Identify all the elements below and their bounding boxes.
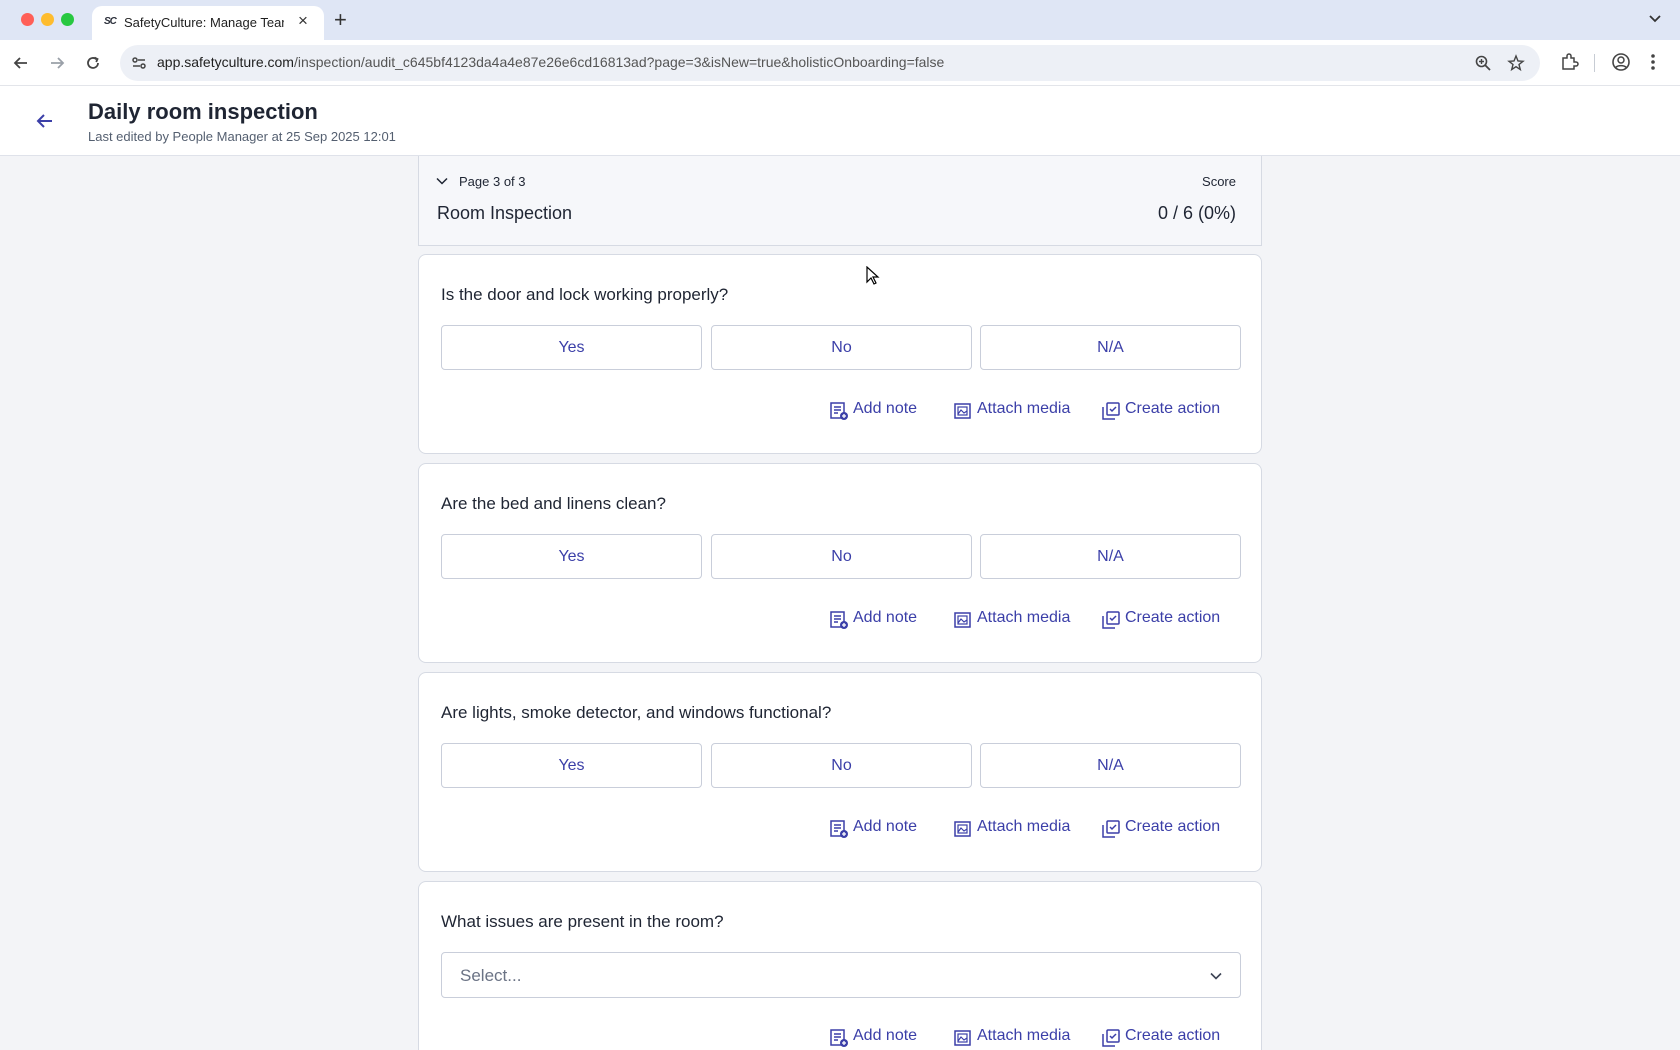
tab-close-icon[interactable]: × bbox=[298, 11, 308, 31]
score-label: Score bbox=[1202, 174, 1236, 189]
maximize-window-button[interactable] bbox=[61, 13, 74, 26]
browser-toolbar: app.safetyculture.com/inspection/audit_c… bbox=[0, 40, 1680, 86]
tab-search-icon[interactable] bbox=[1647, 10, 1663, 31]
no-button[interactable]: No bbox=[711, 534, 972, 579]
image-icon bbox=[954, 1030, 971, 1046]
note-icon bbox=[830, 1029, 848, 1047]
star-icon[interactable] bbox=[1507, 54, 1525, 77]
action-icon bbox=[1102, 402, 1120, 420]
question-text: What issues are present in the room? bbox=[441, 912, 724, 931]
action-icon bbox=[1102, 611, 1120, 629]
question-card: Are the bed and linens clean? Yes No N/A… bbox=[418, 463, 1262, 663]
na-button[interactable]: N/A bbox=[980, 325, 1241, 370]
note-icon bbox=[830, 820, 848, 838]
yes-button[interactable]: Yes bbox=[441, 743, 702, 788]
image-icon bbox=[954, 821, 971, 837]
chevron-down-icon[interactable] bbox=[435, 174, 449, 188]
toolbar-divider bbox=[1594, 54, 1595, 72]
note-icon bbox=[830, 611, 848, 629]
question-card: Are lights, smoke detector, and windows … bbox=[418, 672, 1262, 872]
tab-title: SafetyCulture: Manage Teams bbox=[124, 15, 284, 30]
select-placeholder: Select... bbox=[460, 966, 522, 985]
browser-tab-bar: SC SafetyCulture: Manage Teams × + bbox=[0, 0, 1680, 40]
page-indicator[interactable]: Page 3 of 3 bbox=[459, 174, 526, 189]
question-card: Is the door and lock working properly? Y… bbox=[418, 254, 1262, 454]
question-actions: Add note Attach media Create action bbox=[829, 817, 1225, 839]
zoom-icon[interactable] bbox=[1474, 54, 1492, 77]
score-value: 0 / 6 (0%) bbox=[1157, 203, 1236, 223]
question-actions: Add note Attach media Create action bbox=[829, 399, 1225, 421]
forward-icon[interactable] bbox=[44, 50, 70, 76]
image-icon bbox=[954, 403, 971, 419]
response-options: Yes No N/A bbox=[441, 325, 1241, 370]
note-icon bbox=[830, 402, 848, 420]
last-edited-text: Last edited by People Manager at 25 Sep … bbox=[88, 129, 396, 144]
page-section-header: Page 3 of 3 Score Room Inspection 0 / 6 … bbox=[418, 156, 1262, 246]
close-window-button[interactable] bbox=[21, 13, 34, 26]
yes-button[interactable]: Yes bbox=[441, 325, 702, 370]
na-button[interactable]: N/A bbox=[980, 743, 1241, 788]
address-bar[interactable]: app.safetyculture.com/inspection/audit_c… bbox=[120, 45, 1540, 81]
url-text: app.safetyculture.com/inspection/audit_c… bbox=[157, 54, 945, 70]
menu-icon[interactable] bbox=[1650, 52, 1656, 77]
response-options: Yes No N/A bbox=[441, 743, 1241, 788]
site-settings-icon[interactable] bbox=[130, 54, 148, 77]
question-actions: Add note Attach media Create action bbox=[829, 1026, 1225, 1048]
action-icon bbox=[1102, 1029, 1120, 1047]
response-options: Yes No N/A bbox=[441, 534, 1241, 579]
reload-icon[interactable] bbox=[80, 50, 106, 76]
mouse-cursor-icon bbox=[866, 265, 880, 291]
profile-icon[interactable] bbox=[1611, 52, 1631, 77]
question-actions: Add note Attach media Create action bbox=[829, 608, 1225, 630]
back-icon[interactable] bbox=[8, 50, 34, 76]
na-button[interactable]: N/A bbox=[980, 534, 1241, 579]
chevron-down-icon bbox=[1208, 968, 1224, 989]
browser-tab[interactable]: SC SafetyCulture: Manage Teams × bbox=[92, 6, 324, 40]
image-icon bbox=[954, 612, 971, 628]
action-icon bbox=[1102, 820, 1120, 838]
question-text: Are lights, smoke detector, and windows … bbox=[441, 703, 832, 722]
no-button[interactable]: No bbox=[711, 743, 972, 788]
issues-select[interactable]: Select... bbox=[441, 952, 1241, 998]
extensions-icon[interactable] bbox=[1559, 52, 1579, 77]
question-text: Are the bed and linens clean? bbox=[441, 494, 666, 513]
new-tab-icon[interactable]: + bbox=[334, 6, 347, 34]
inspection-header: Daily room inspection Last edited by Peo… bbox=[0, 86, 1680, 156]
question-text: Is the door and lock working properly? bbox=[441, 285, 729, 304]
question-card: What issues are present in the room? Sel… bbox=[418, 881, 1262, 1050]
page-title: Daily room inspection bbox=[88, 99, 318, 124]
safetyculture-favicon-icon: SC bbox=[104, 16, 117, 27]
minimize-window-button[interactable] bbox=[41, 13, 54, 26]
yes-button[interactable]: Yes bbox=[441, 534, 702, 579]
section-title: Room Inspection bbox=[437, 203, 573, 223]
no-button[interactable]: No bbox=[711, 325, 972, 370]
back-arrow-icon[interactable] bbox=[34, 110, 56, 132]
